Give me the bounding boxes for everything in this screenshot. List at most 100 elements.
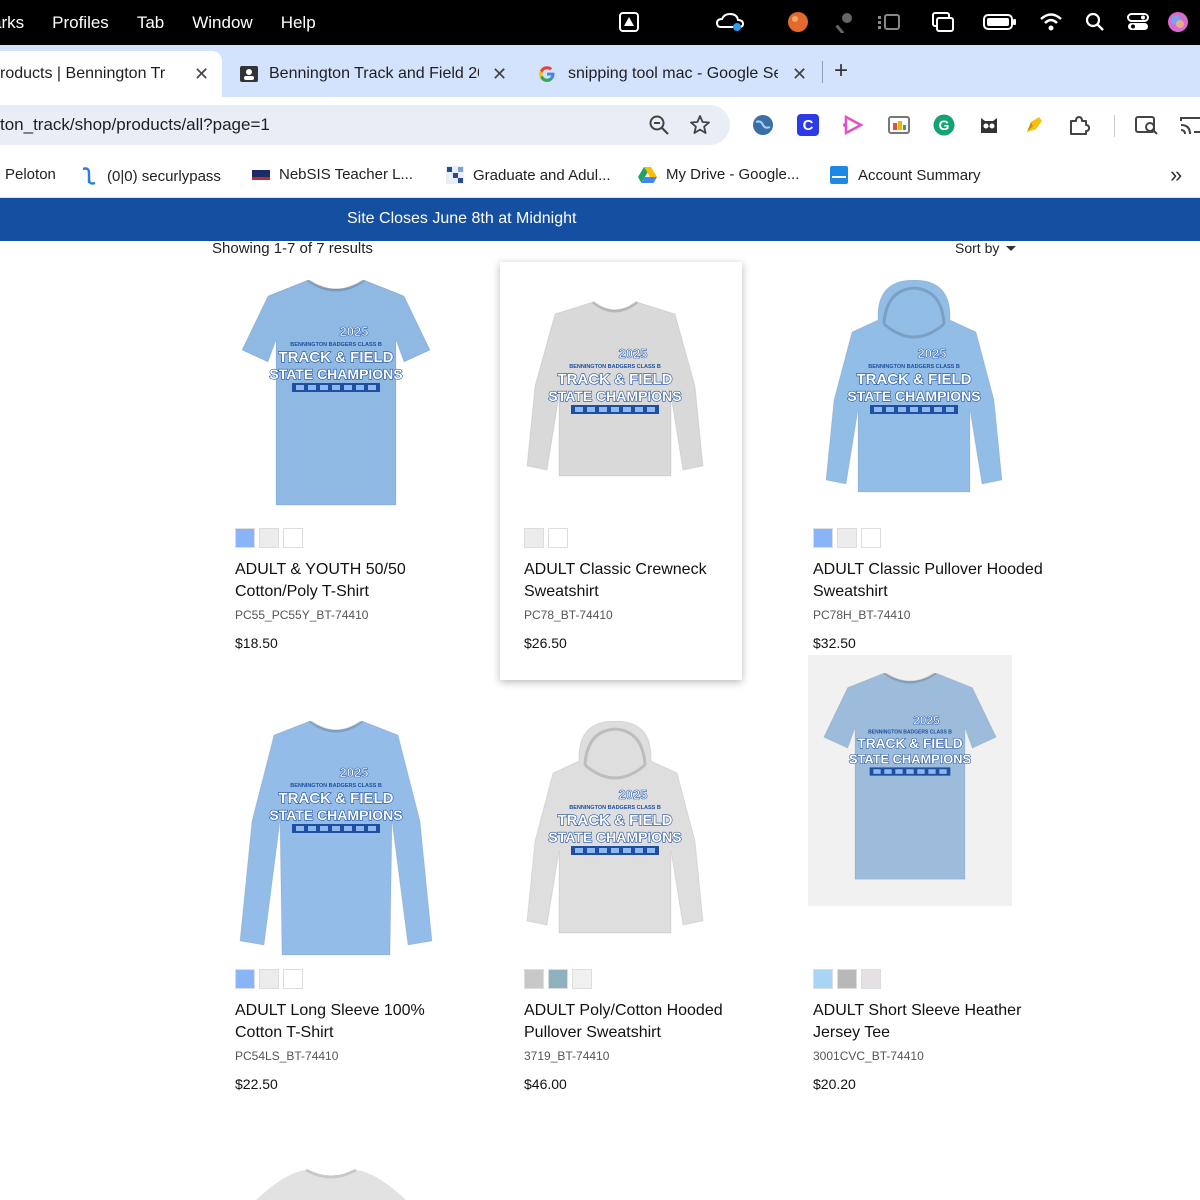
- print-line3: STATE CHAMPIONS: [548, 829, 681, 845]
- cast-icon[interactable]: [1178, 112, 1200, 138]
- tab-close-icon[interactable]: ✕: [792, 64, 807, 85]
- color-swatch[interactable]: [837, 969, 857, 989]
- color-swatch[interactable]: [283, 969, 303, 989]
- window-switcher-icon[interactable]: [930, 10, 956, 34]
- globe-extension-icon[interactable]: [750, 112, 776, 138]
- color-swatch[interactable]: [861, 528, 881, 548]
- svg-text:C: C: [803, 117, 814, 134]
- orange-avatar-icon[interactable]: [786, 10, 810, 34]
- extensions-puzzle-icon[interactable]: [1066, 112, 1092, 138]
- tab-close-icon[interactable]: ✕: [492, 64, 507, 85]
- product-name[interactable]: ADULT Classic Crewneck Sweatshirt: [524, 559, 754, 603]
- play-extension-icon[interactable]: [840, 112, 866, 138]
- product-image[interactable]: 2025 BENNINGTON BADGERS CLASS B TRACK & FI…: [799, 280, 1041, 526]
- product-card[interactable]: 2025 BENNINGTON BADGERS CLASS B TRACK & FI…: [500, 262, 742, 680]
- product-card[interactable]: 2025 BENNINGTON BADGERS CLASS B TRACK & FI…: [813, 262, 1055, 680]
- print-line2: TRACK & FIELD: [558, 371, 673, 388]
- product-image[interactable]: 2025 BENNINGTON BADGERS CLASS B TRACK & FI…: [221, 280, 463, 526]
- color-swatch[interactable]: [548, 528, 568, 548]
- product-card-partial[interactable]: [236, 1160, 426, 1200]
- print-line1: BENNINGTON BADGERS CLASS B: [569, 805, 661, 811]
- print-line2: TRACK & FIELD: [279, 349, 394, 366]
- color-swatch[interactable]: [572, 969, 592, 989]
- more-bookmarks-chevron-icon[interactable]: »: [1170, 162, 1182, 188]
- product-name[interactable]: ADULT Short Sleeve Heather Jersey Tee: [813, 1000, 1043, 1044]
- bookmark-nebsis[interactable]: NebSIS Teacher L...: [252, 166, 413, 183]
- color-swatch[interactable]: [235, 528, 255, 548]
- sort-dropdown[interactable]: Sort by: [955, 240, 1017, 256]
- menu-help[interactable]: Help: [281, 13, 316, 33]
- product-name[interactable]: ADULT Poly/Cotton Hooded Pullover Sweats…: [524, 1000, 754, 1044]
- product-name[interactable]: ADULT Classic Pullover Hooded Sweatshirt: [813, 559, 1043, 603]
- product-image[interactable]: 2025 BENNINGTON BADGERS CLASS B TRACK & FI…: [500, 296, 742, 542]
- grammarly-icon[interactable]: G: [931, 112, 957, 138]
- product-name[interactable]: ADULT Long Sleeve 100% Cotton T-Shirt: [235, 1000, 465, 1044]
- color-swatch[interactable]: [813, 528, 833, 548]
- tab-bennington-track[interactable]: Bennington Track and Field 20 ✕: [222, 51, 522, 97]
- color-swatch[interactable]: [524, 528, 544, 548]
- product-card[interactable]: 2025 BENNINGTON BADGERS CLASS B TRACK & FI…: [235, 703, 477, 1121]
- color-swatch[interactable]: [837, 528, 857, 548]
- drive-status-icon[interactable]: [618, 10, 640, 34]
- product-image[interactable]: 2025 BENNINGTON BADGERS CLASS B TRACK & FI…: [500, 721, 742, 967]
- bookmark-securlypass[interactable]: (0|0) securlypass: [80, 166, 221, 186]
- bookmark-account-summary[interactable]: Account Summary: [830, 166, 981, 184]
- color-swatch[interactable]: [548, 969, 568, 989]
- tab-products[interactable]: roducts | Bennington Trac ✕: [0, 51, 222, 97]
- owl-extension-icon[interactable]: [976, 112, 1002, 138]
- print-line1: BENNINGTON BADGERS CLASS B: [290, 783, 382, 789]
- spotlight-search-icon[interactable]: [1084, 10, 1106, 34]
- color-swatch[interactable]: [259, 969, 279, 989]
- menu-tab[interactable]: Tab: [137, 13, 164, 33]
- product-sku: PC55_PC55Y_BT-74410: [235, 608, 369, 622]
- new-tab-button[interactable]: +: [834, 57, 848, 85]
- product-image[interactable]: 2025 BENNINGTON BADGERS CLASS B TRACK & FI…: [221, 721, 463, 967]
- color-swatch[interactable]: [283, 528, 303, 548]
- key-icon[interactable]: [832, 10, 856, 34]
- color-swatch[interactable]: [861, 969, 881, 989]
- chevron-down-icon: [1006, 245, 1017, 251]
- menu-window[interactable]: Window: [192, 13, 252, 33]
- pencil-extension-icon[interactable]: [1021, 112, 1047, 138]
- bookmark-star-icon[interactable]: [687, 112, 713, 138]
- print-line3: STATE CHAMPIONS: [269, 807, 402, 823]
- battery-icon[interactable]: [982, 10, 1018, 34]
- zoom-icon[interactable]: [646, 112, 672, 138]
- search-tabs-icon[interactable]: [1134, 112, 1160, 138]
- tab-close-icon[interactable]: ✕: [194, 64, 209, 85]
- address-bar-url[interactable]: ton_track/shop/products/all?page=1: [0, 115, 270, 135]
- bookmark-my-drive[interactable]: My Drive - Google...: [638, 166, 799, 183]
- tab-snipping-tool[interactable]: snipping tool mac - Google Se ✕: [530, 51, 820, 97]
- wifi-icon[interactable]: [1038, 10, 1064, 34]
- siri-icon[interactable]: [1166, 10, 1190, 34]
- product-card[interactable]: 2025 BENNINGTON BADGERS CLASS B TRACK & FI…: [235, 262, 477, 680]
- bookmark-label: NebSIS Teacher L...: [279, 166, 413, 183]
- bookmark-peloton[interactable]: Peloton: [5, 166, 56, 183]
- stage-manager-icon[interactable]: [876, 10, 902, 34]
- bookmark-graduate[interactable]: Graduate and Adul...: [446, 166, 611, 184]
- product-card[interactable]: 2025 BENNINGTON BADGERS CLASS B TRACK & FI…: [808, 655, 1055, 1121]
- screenshot-extension-icon[interactable]: [886, 112, 912, 138]
- color-swatch[interactable]: [259, 528, 279, 548]
- browser-tab-strip: roducts | Bennington Trac ✕ Bennington T…: [0, 45, 1200, 129]
- bookmark-label: Graduate and Adul...: [473, 166, 611, 184]
- menu-bookmarks[interactable]: arks: [0, 13, 24, 33]
- product-image: [256, 1168, 406, 1200]
- cloud-sync-icon[interactable]: [714, 10, 746, 34]
- product-price: $22.50: [235, 1076, 278, 1092]
- control-center-icon[interactable]: [1126, 10, 1150, 34]
- product-card[interactable]: 2025 BENNINGTON BADGERS CLASS B TRACK & FI…: [524, 703, 766, 1121]
- color-swatch[interactable]: [813, 969, 833, 989]
- print-year: 2025: [918, 346, 947, 361]
- product-image[interactable]: 2025 BENNINGTON BADGERS CLASS B TRACK & FI…: [808, 655, 1012, 906]
- product-name[interactable]: ADULT & YOUTH 50/50 Cotton/Poly T-Shirt: [235, 559, 465, 603]
- tab-title: snipping tool mac - Google Se: [568, 65, 778, 82]
- color-swatch[interactable]: [524, 969, 544, 989]
- color-swatch[interactable]: [235, 969, 255, 989]
- address-bar[interactable]: ton_track/shop/products/all?page=1: [0, 105, 730, 145]
- product-price: $18.50: [235, 635, 278, 651]
- nebsis-favicon-icon: [252, 169, 270, 180]
- c-extension-icon[interactable]: C: [795, 112, 821, 138]
- menu-profiles[interactable]: Profiles: [52, 13, 109, 33]
- print-line3: STATE CHAMPIONS: [269, 366, 402, 382]
